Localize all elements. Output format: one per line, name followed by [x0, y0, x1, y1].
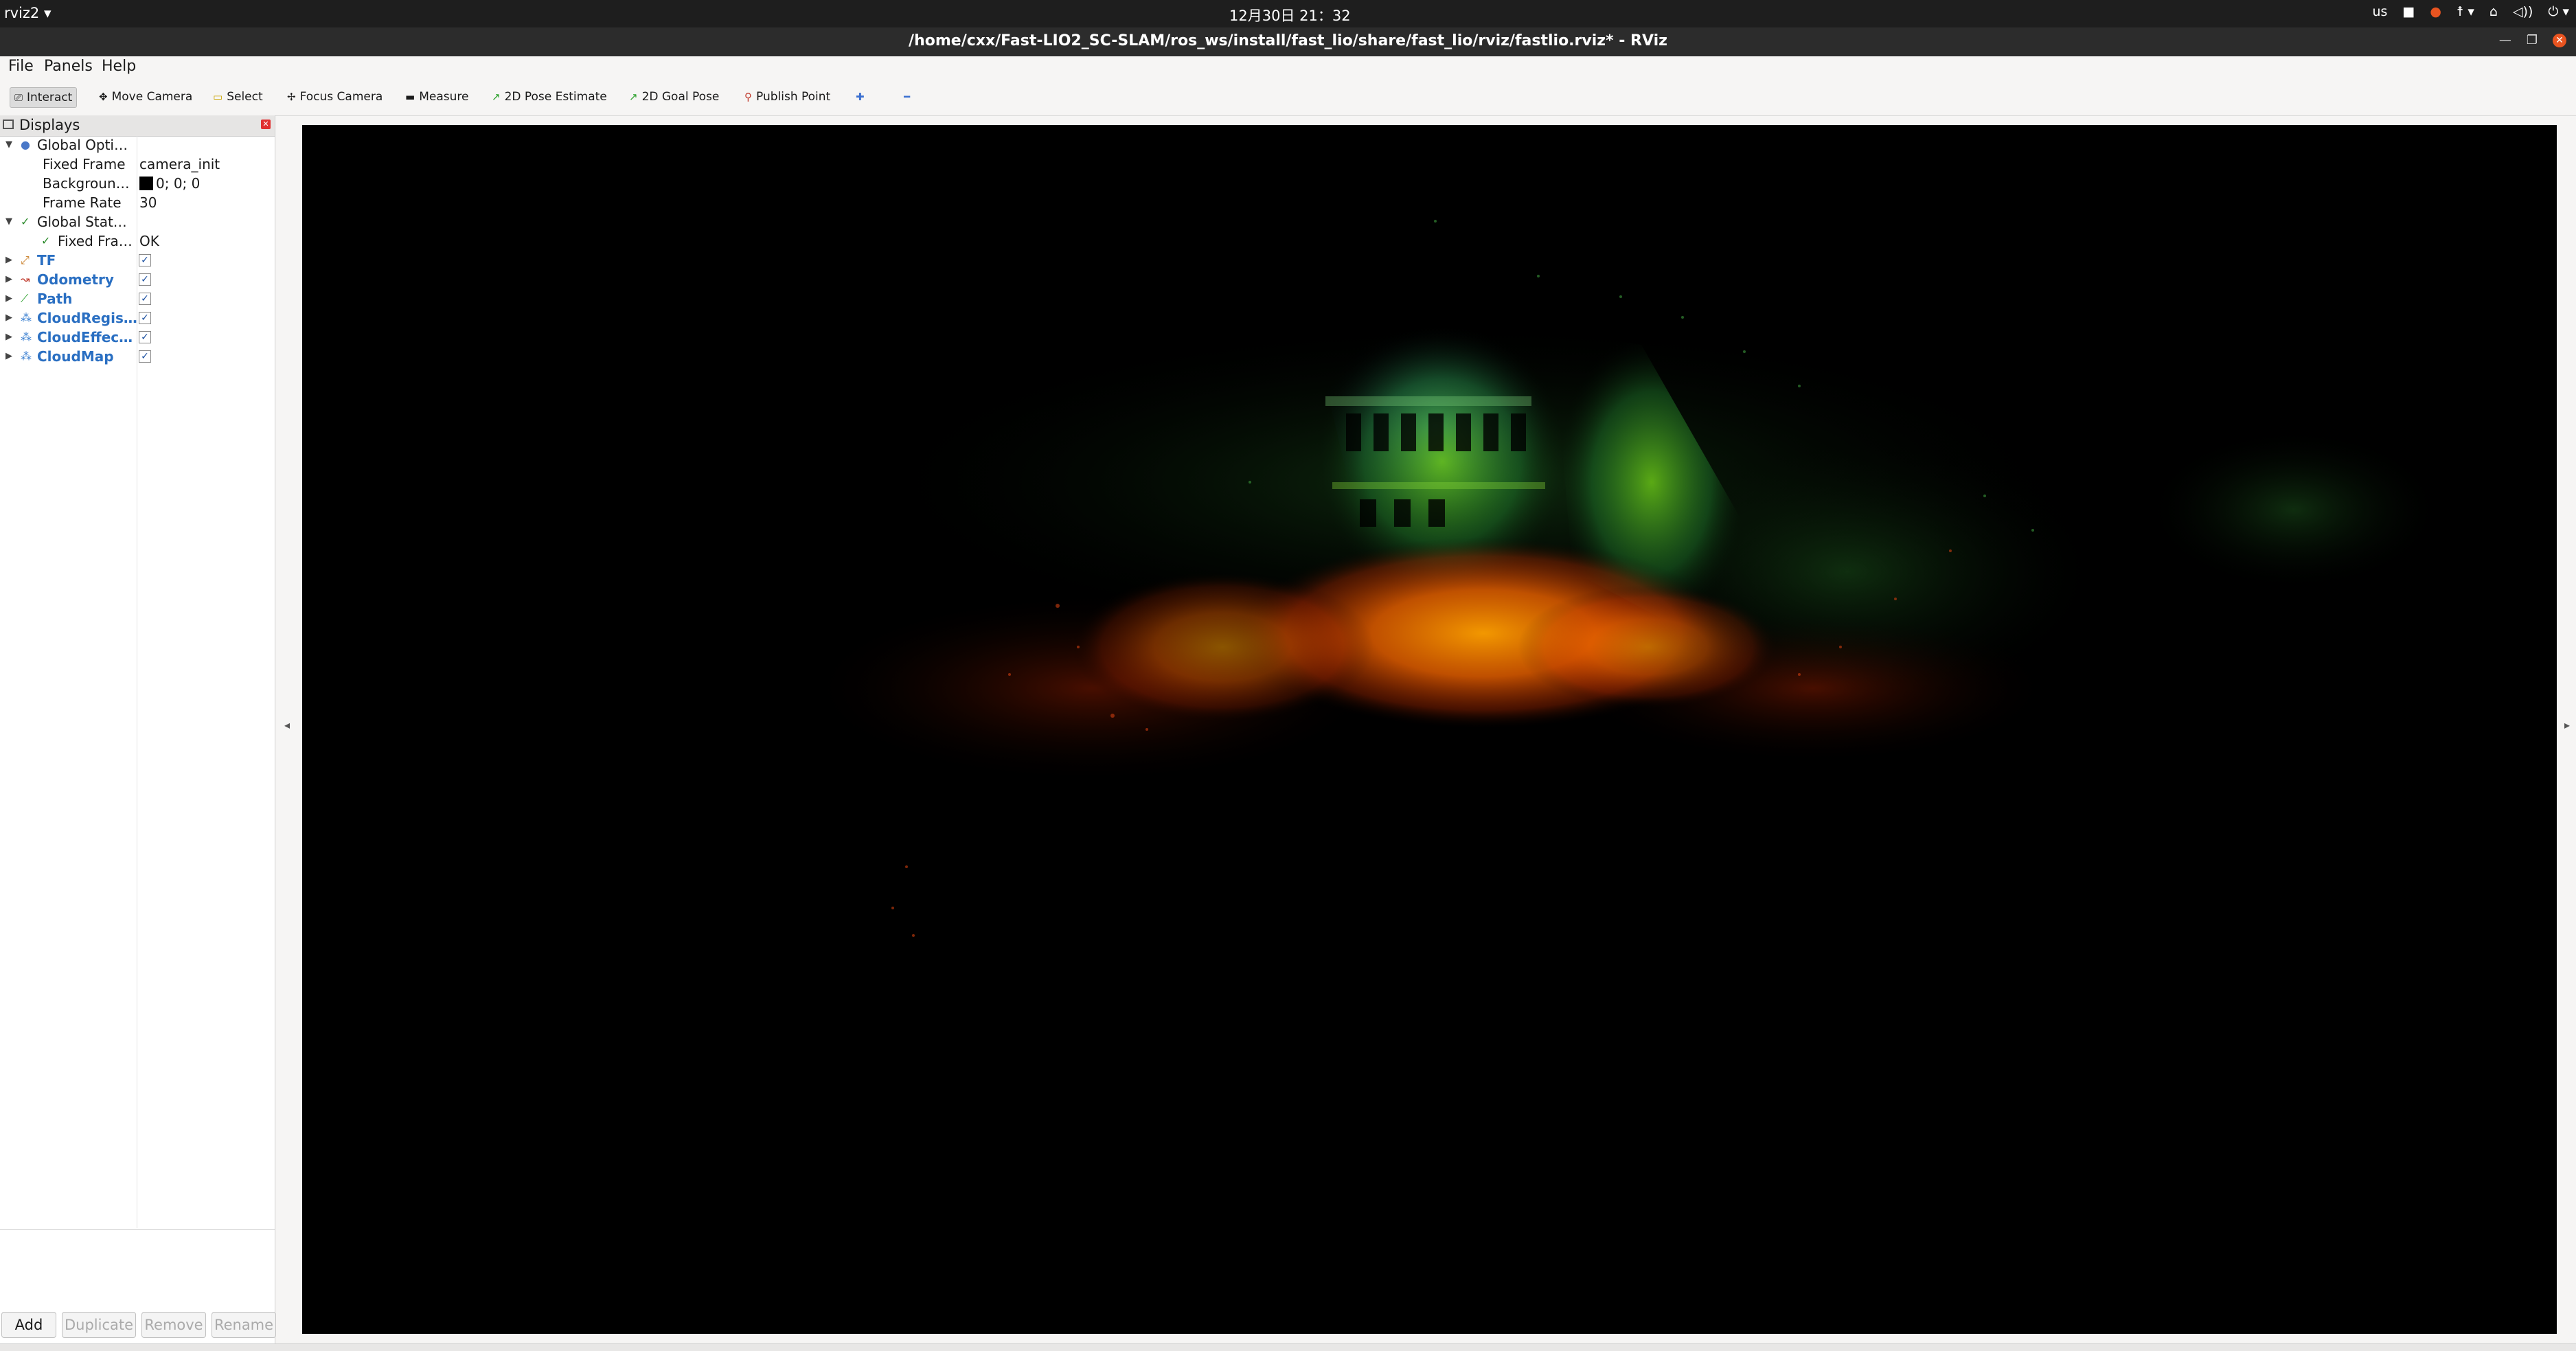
tree-row-frame-rate[interactable]: Frame Rate 30 — [0, 194, 275, 213]
collapse-left-panel-icon[interactable]: ◂ — [284, 718, 290, 731]
collapse-arrow-icon[interactable]: ▼ — [5, 216, 12, 227]
frame-rate-value[interactable]: 30 — [139, 194, 157, 211]
tool-bar: ⎚ Interact ✥ Move Camera ▭ Select ✢ Focus Ca… — [0, 78, 2576, 116]
background-color-value[interactable]: 0; 0; 0 — [139, 175, 200, 192]
tf-icon: ⤢ — [21, 253, 30, 266]
expand-arrow-icon[interactable]: ▶ — [5, 274, 12, 284]
power-icon[interactable]: ⏻ ▾ — [2548, 4, 2569, 19]
display-enable-checkbox[interactable]: ✓ — [139, 312, 151, 324]
display-item-path[interactable]: ▶ ⟋ Path ✓ — [0, 290, 275, 309]
display-enable-checkbox[interactable]: ✓ — [139, 273, 151, 286]
goal-arrow-icon: ↗ — [629, 91, 638, 103]
remove-tool-button[interactable]: ━ — [900, 87, 914, 106]
notification-icon[interactable]: ● — [2430, 4, 2441, 19]
add-display-button[interactable]: Add — [1, 1312, 56, 1338]
close-icon[interactable]: ✕ — [2553, 33, 2566, 47]
check-icon: ✓ — [41, 234, 51, 247]
path-icon: ⟋ — [21, 292, 29, 305]
network-icon[interactable]: ⌂ — [2489, 4, 2498, 19]
move-camera-tool-button[interactable]: ✥ Move Camera — [95, 87, 196, 106]
keyboard-layout-indicator[interactable]: us — [2372, 4, 2387, 19]
duplicate-display-button[interactable]: Duplicate — [62, 1312, 136, 1338]
measure-tool-button[interactable]: ▬ Measure — [401, 87, 472, 106]
point-cloud-render — [803, 220, 2445, 937]
display-item-cloud-effected[interactable]: ▶ ⁂ CloudEffec… ✓ — [0, 328, 275, 348]
focus-camera-icon: ✢ — [287, 91, 296, 103]
window-title-bar[interactable]: /home/cxx/Fast-LIO2_SC-SLAM/ros_ws/insta… — [0, 27, 2576, 56]
3d-viewport[interactable] — [302, 125, 2557, 1334]
interact-tool-button[interactable]: ⎚ Interact — [10, 87, 78, 108]
tree-row-background[interactable]: Backgroun… 0; 0; 0 — [0, 174, 275, 194]
tree-row-fixed-frame[interactable]: Fixed Frame camera_init — [0, 155, 275, 174]
odometry-icon: ↝ — [21, 273, 30, 286]
expand-arrow-icon[interactable]: ▶ — [5, 351, 12, 361]
menu-help[interactable]: Help — [102, 58, 136, 75]
expand-arrow-icon[interactable]: ▶ — [5, 293, 12, 304]
expand-arrow-icon[interactable]: ▶ — [5, 255, 12, 265]
expand-arrow-icon[interactable]: ▶ — [5, 313, 12, 323]
fixed-frame-status-value: OK — [139, 233, 159, 249]
accessibility-icon[interactable]: ☨ ▾ — [2457, 4, 2474, 19]
system-top-bar: rviz2 ▾ 12月30日 21：32 us ■ ● ☨ ▾ ⌂ ◁)) ⏻ … — [0, 0, 2576, 27]
goal-pose-tool-button[interactable]: ↗ 2D Goal Pose — [625, 87, 723, 106]
globe-icon: ● — [21, 138, 30, 151]
focus-camera-tool-button[interactable]: ✢ Focus Camera — [283, 87, 387, 106]
pose-arrow-icon: ↗ — [492, 91, 501, 103]
minimize-icon[interactable]: — — [2499, 33, 2511, 47]
tree-row-global-options[interactable]: ▼ ● Global Opti… — [0, 136, 275, 155]
menu-panels[interactable]: Panels — [44, 58, 93, 75]
maximize-icon[interactable]: ❐ — [2527, 33, 2538, 47]
volume-icon[interactable]: ◁)) — [2513, 4, 2533, 19]
display-description-box — [0, 1229, 275, 1306]
display-item-cloud-registered[interactable]: ▶ ⁂ CloudRegis… ✓ — [0, 309, 275, 328]
pointcloud-icon: ⁂ — [21, 330, 32, 343]
tree-row-fixed-frame-status[interactable]: ✓ Fixed Fra… OK — [0, 232, 275, 251]
plus-icon: ✚ — [856, 91, 865, 103]
add-tool-button[interactable]: ✚ — [852, 87, 869, 106]
window-title: /home/cxx/Fast-LIO2_SC-SLAM/ros_ws/insta… — [909, 32, 1667, 49]
clock[interactable]: 12月30日 21：32 — [1229, 5, 1351, 25]
display-enable-checkbox[interactable]: ✓ — [139, 350, 151, 363]
display-item-odometry[interactable]: ▶ ↝ Odometry ✓ — [0, 271, 275, 290]
window-controls: — ❐ ✕ — [2499, 33, 2566, 47]
status-bar — [0, 1343, 2576, 1351]
menu-bar: File Panels Help — [0, 56, 2576, 77]
close-panel-icon[interactable]: ✕ — [261, 120, 271, 129]
displays-panel-title: Displays — [19, 117, 80, 133]
interact-icon: ⎚ — [14, 91, 23, 104]
color-swatch — [139, 177, 153, 190]
select-tool-button[interactable]: ▭ Select — [209, 87, 267, 106]
minus-icon: ━ — [904, 91, 911, 103]
system-tray: us ■ ● ☨ ▾ ⌂ ◁)) ⏻ ▾ — [2372, 4, 2569, 19]
expand-arrow-icon[interactable]: ▶ — [5, 332, 12, 342]
display-item-tf[interactable]: ▶ ⤢ TF ✓ — [0, 251, 275, 271]
fixed-frame-value[interactable]: camera_init — [139, 156, 220, 172]
tree-row-global-status[interactable]: ▼ ✓ Global Stat… — [0, 213, 275, 232]
collapse-arrow-icon[interactable]: ▼ — [5, 139, 12, 150]
record-icon[interactable]: ■ — [2402, 4, 2415, 19]
select-icon: ▭ — [213, 91, 223, 103]
menu-file[interactable]: File — [8, 58, 34, 75]
collapse-right-panel-icon[interactable]: ▸ — [2564, 718, 2570, 731]
display-enable-checkbox[interactable]: ✓ — [139, 293, 151, 305]
displays-panel-header: Displays ✕ — [0, 115, 275, 137]
monitor-icon — [3, 120, 14, 129]
remove-display-button[interactable]: Remove — [141, 1312, 206, 1338]
check-icon: ✓ — [21, 215, 30, 228]
display-item-cloud-map[interactable]: ▶ ⁂ CloudMap ✓ — [0, 348, 275, 367]
publish-point-tool-button[interactable]: ⚲ Publish Point — [740, 87, 834, 106]
map-pin-icon: ⚲ — [744, 91, 752, 103]
pose-estimate-tool-button[interactable]: ↗ 2D Pose Estimate — [488, 87, 611, 106]
display-enable-checkbox[interactable]: ✓ — [139, 331, 151, 343]
app-menu[interactable]: rviz2 ▾ — [4, 5, 52, 21]
pointcloud-icon: ⁂ — [21, 311, 32, 324]
ruler-icon: ▬ — [405, 91, 415, 103]
move-camera-icon: ✥ — [99, 91, 108, 103]
display-enable-checkbox[interactable]: ✓ — [139, 254, 151, 266]
rename-display-button[interactable]: Rename — [212, 1312, 276, 1338]
pointcloud-icon: ⁂ — [21, 350, 32, 363]
